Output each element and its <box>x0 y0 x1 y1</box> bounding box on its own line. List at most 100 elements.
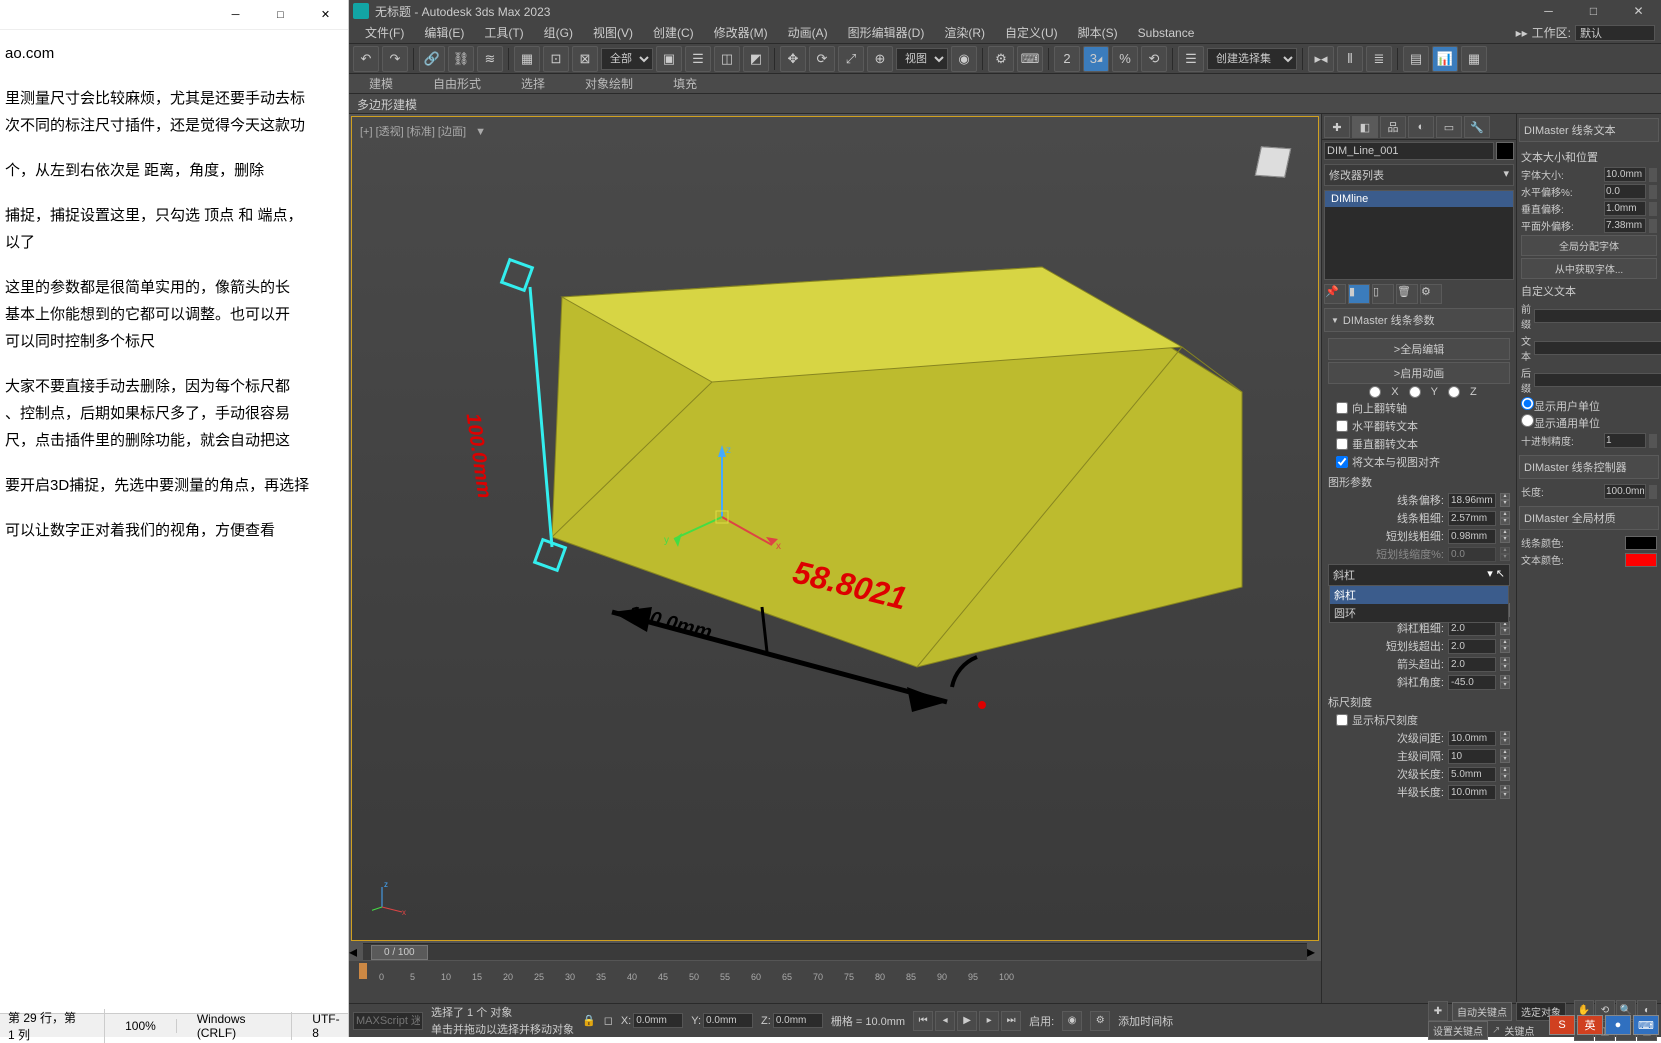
notepad-text-area[interactable]: ao.com 里测量尺寸会比较麻烦，尤其是还要手动去标次不同的标注尺寸插件，还是… <box>0 30 348 572</box>
ribbon-tab-populate[interactable]: 填充 <box>653 73 717 94</box>
menu-substance[interactable]: Substance <box>1130 24 1203 42</box>
object-name-field[interactable] <box>1324 142 1494 160</box>
spinner[interactable]: ▴▾ <box>1500 511 1510 525</box>
isolate-icon[interactable]: ◻ <box>604 1014 613 1027</box>
spinner[interactable]: ▴▾ <box>1500 493 1510 507</box>
menu-views[interactable]: 视图(V) <box>585 22 641 43</box>
goto-end-button[interactable]: ⏭ <box>1001 1011 1021 1031</box>
rollout-line-params[interactable]: DIMaster 线条参数 <box>1324 308 1514 332</box>
spinner[interactable]: ▴▾ <box>1500 749 1510 763</box>
suffix-field[interactable] <box>1534 373 1661 387</box>
ime-keyboard-button[interactable]: ⌨ <box>1633 1015 1659 1035</box>
spinner[interactable] <box>1649 485 1657 499</box>
menu-grapheditors[interactable]: 图形编辑器(D) <box>840 22 933 43</box>
goto-start-button[interactable]: ⏮ <box>913 1011 933 1031</box>
next-frame-button[interactable]: ▸ <box>979 1011 999 1031</box>
notepad-max-button[interactable]: □ <box>258 0 303 30</box>
align-button[interactable]: ⫴ <box>1337 46 1363 72</box>
object-color-swatch[interactable] <box>1496 142 1514 160</box>
max-close-button[interactable]: ✕ <box>1616 0 1661 22</box>
rollout-global-material[interactable]: DIMaster 全局材质 <box>1519 506 1659 530</box>
show-ticks-checkbox[interactable] <box>1336 714 1348 726</box>
perspective-viewport[interactable]: [+] [透视] [标准] [边面] ▼ <box>351 116 1319 941</box>
spinner[interactable] <box>1649 168 1657 182</box>
dropdown-option-slash[interactable]: 斜杠 <box>1330 586 1508 604</box>
spinner[interactable] <box>1649 219 1657 233</box>
coord-y-field[interactable] <box>703 1013 753 1028</box>
rotate-button[interactable]: ⟳ <box>809 46 835 72</box>
flip-v-checkbox[interactable] <box>1336 438 1348 450</box>
add-time-tag[interactable]: 添加时间标 <box>1118 1013 1173 1029</box>
remove-mod-button[interactable]: 🗑 <box>1396 284 1418 304</box>
modify-tab[interactable]: ◧ <box>1352 116 1378 138</box>
global-edit-button[interactable]: >全局编辑 <box>1328 338 1510 360</box>
get-font-button[interactable]: 从中获取字体... <box>1521 258 1657 279</box>
menu-animation[interactable]: 动画(A) <box>780 22 836 43</box>
menu-customize[interactable]: 自定义(U) <box>997 22 1066 43</box>
menu-tools[interactable]: 工具(T) <box>476 22 531 43</box>
selection-filter-dropdown[interactable]: 全部 <box>601 48 653 70</box>
unlink-button[interactable]: ⛓ <box>448 46 474 72</box>
v-offset-field[interactable] <box>1604 201 1646 216</box>
polygon-modeling-label[interactable]: 多边形建模 <box>349 94 1661 114</box>
flip-h-checkbox[interactable] <box>1336 420 1348 432</box>
scroll-right-icon[interactable]: ▸ <box>1307 942 1321 962</box>
axis-y-radio[interactable] <box>1409 386 1421 398</box>
pivot-button[interactable]: ◉ <box>951 46 977 72</box>
layer-button[interactable]: ≣ <box>1366 46 1392 72</box>
display-tab[interactable]: ▭ <box>1436 116 1462 138</box>
ime-lang-button[interactable]: 英 <box>1577 1015 1603 1035</box>
editnamed-button[interactable]: ☰ <box>1178 46 1204 72</box>
spinner[interactable]: ▴▾ <box>1500 529 1510 543</box>
placement-button[interactable]: ⊕ <box>867 46 893 72</box>
short-over-field[interactable] <box>1448 639 1496 654</box>
rollout-line-text[interactable]: DIMaster 线条文本 <box>1519 118 1659 142</box>
spinner[interactable] <box>1649 434 1657 448</box>
key-filter-button[interactable]: 关键点 <box>1504 1023 1534 1038</box>
curve-editor-button[interactable]: 📊 <box>1432 46 1458 72</box>
sub-len-field[interactable] <box>1448 767 1496 782</box>
select-region-button[interactable]: ◫ <box>714 46 740 72</box>
time-slider[interactable]: ◂ 0 / 100 ▸ <box>349 944 1321 960</box>
key-mode-button[interactable]: ◉ <box>1062 1011 1082 1031</box>
prev-frame-button[interactable]: ◂ <box>935 1011 955 1031</box>
max-max-button[interactable]: □ <box>1571 0 1616 22</box>
menu-more-icon[interactable]: ▸▸ <box>1516 26 1528 40</box>
text-field[interactable] <box>1534 341 1661 355</box>
main-gap-field[interactable] <box>1448 749 1496 764</box>
ribbon-tab-freeform[interactable]: 自由形式 <box>413 73 501 94</box>
spinner[interactable]: ▴▾ <box>1500 675 1510 689</box>
hierarchy-tab[interactable]: 品 <box>1380 116 1406 138</box>
show-generic-radio[interactable] <box>1521 414 1534 427</box>
select-button[interactable]: ▣ <box>656 46 682 72</box>
ime-sogou-button[interactable]: S <box>1549 1015 1575 1035</box>
snap-2d-button[interactable]: 2 <box>1054 46 1080 72</box>
play-button[interactable]: ▶ <box>957 1011 977 1031</box>
undo-button[interactable]: ↶ <box>353 46 379 72</box>
link-button[interactable]: 🔗 <box>419 46 445 72</box>
arrow-type-dropdown[interactable]: 斜杠 ▾ ↖ 斜杠 圆环 <box>1328 564 1510 586</box>
snap-angle-button[interactable]: 3◢ <box>1083 46 1109 72</box>
align-view-checkbox[interactable] <box>1336 456 1348 468</box>
slash-angle-field[interactable] <box>1448 675 1496 690</box>
mirror-button[interactable]: ▸◂ <box>1308 46 1334 72</box>
notepad-min-button[interactable]: ─ <box>213 0 258 30</box>
time-config-button[interactable]: ⚙ <box>1090 1011 1110 1031</box>
precision-field[interactable] <box>1604 433 1646 448</box>
rollout-line-controller[interactable]: DIMaster 线条控制器 <box>1519 455 1659 479</box>
spinner-snap-button[interactable]: ⟲ <box>1141 46 1167 72</box>
named-sel-dropdown[interactable]: 创建选择集 <box>1207 48 1297 70</box>
create-tab[interactable]: ✚ <box>1324 116 1350 138</box>
select-name-button[interactable]: ☰ <box>685 46 711 72</box>
ribbon-tab-selection[interactable]: 选择 <box>501 73 565 94</box>
menu-file[interactable]: 文件(F) <box>357 22 412 43</box>
crossing-button[interactable]: ⊡ <box>543 46 569 72</box>
window-button[interactable]: ⊠ <box>572 46 598 72</box>
select-filter-button[interactable]: ▦ <box>514 46 540 72</box>
notepad-close-button[interactable]: ✕ <box>303 0 348 30</box>
ref-coord-dropdown[interactable]: 视图 <box>896 48 948 70</box>
spinner[interactable]: ▴▾ <box>1500 657 1510 671</box>
modifier-dimline[interactable]: DIMline <box>1325 191 1513 207</box>
show-user-radio[interactable] <box>1521 397 1534 410</box>
ribbon-toggle-button[interactable]: ▤ <box>1403 46 1429 72</box>
